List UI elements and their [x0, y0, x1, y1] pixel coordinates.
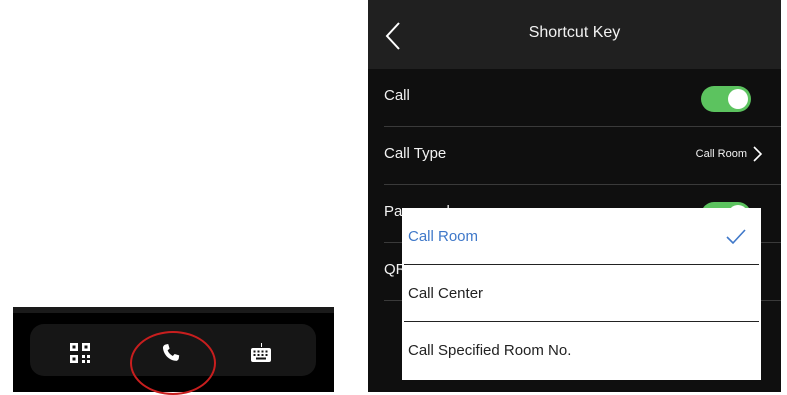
row-label: Call Type [384, 145, 447, 162]
option-label: Call Room [408, 228, 479, 245]
option-call-room[interactable]: Call Room [402, 208, 761, 265]
qr-code-icon[interactable] [68, 341, 92, 365]
toggle-knob [728, 89, 748, 109]
shortcut-bar [13, 307, 334, 395]
call-type-value: Call Room [695, 148, 747, 160]
row-call[interactable]: Call [368, 69, 781, 127]
header-bar: Shortcut Key [368, 0, 781, 69]
chevron-right-icon [753, 146, 763, 162]
checkmark-icon [726, 229, 746, 245]
option-call-specified-room[interactable]: Call Specified Room No. [402, 322, 761, 379]
keyboard-icon[interactable] [249, 341, 273, 365]
option-call-center[interactable]: Call Center [402, 265, 761, 322]
bar-top-strip [13, 307, 334, 313]
row-label: Call [384, 87, 410, 104]
page-title: Shortcut Key [528, 24, 621, 41]
highlight-circle [130, 331, 216, 395]
row-call-type[interactable]: Call Type Call Room [368, 127, 781, 185]
option-label: Call Center [408, 285, 484, 302]
call-toggle[interactable] [701, 86, 751, 112]
option-label: Call Specified Room No. [408, 342, 572, 359]
call-type-dropdown: Call Room Call Center Call Specified Roo… [402, 208, 761, 380]
